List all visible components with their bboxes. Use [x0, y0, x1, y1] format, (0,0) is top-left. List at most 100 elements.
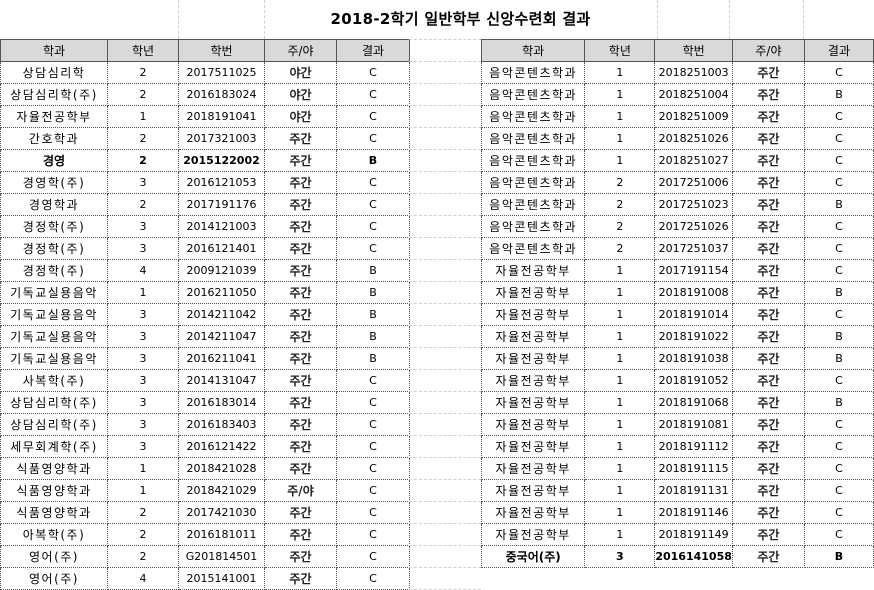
department-cell[interactable]: 자율전공학부	[480, 435, 586, 458]
student-id-cell[interactable]: 2016121422	[178, 435, 265, 458]
result-cell[interactable]: C	[803, 171, 874, 194]
result-cell[interactable]: B	[803, 347, 874, 370]
student-id-cell[interactable]: 2018191115	[654, 457, 733, 480]
result-cell[interactable]: B	[336, 259, 410, 282]
day-night-cell[interactable]: 주간	[264, 127, 337, 150]
student-id-cell[interactable]: 2017191154	[654, 259, 733, 282]
year-cell[interactable]: 3	[107, 347, 179, 370]
year-cell[interactable]: 3	[107, 369, 179, 392]
year-cell[interactable]: 3	[107, 303, 179, 326]
day-night-cell[interactable]: 주간	[264, 259, 337, 282]
department-cell[interactable]: 경영학(주)	[0, 171, 108, 194]
student-id-cell[interactable]: 2018421029	[178, 479, 265, 502]
department-cell[interactable]: 자율전공학부	[480, 501, 586, 524]
day-night-cell[interactable]: 주간	[731, 61, 805, 84]
student-id-cell[interactable]: 2018251003	[654, 61, 733, 84]
year-cell[interactable]: 1	[107, 105, 179, 128]
day-night-cell[interactable]: 주간	[731, 215, 805, 238]
department-cell[interactable]: 음악콘텐츠학과	[480, 215, 586, 238]
day-night-cell[interactable]: 주/야	[264, 479, 337, 502]
year-cell[interactable]: 2	[107, 127, 179, 150]
student-id-cell[interactable]: 2014131047	[178, 369, 265, 392]
year-cell[interactable]: 1	[584, 259, 656, 282]
year-cell[interactable]: 3	[107, 391, 179, 414]
year-cell[interactable]: 3	[584, 545, 656, 568]
year-cell[interactable]: 1	[584, 435, 656, 458]
department-cell[interactable]: 음악콘텐츠학과	[480, 171, 586, 194]
result-cell[interactable]: C	[336, 369, 410, 392]
day-night-cell[interactable]: 주간	[731, 479, 805, 502]
result-cell[interactable]: B	[803, 325, 874, 348]
department-cell[interactable]: 음악콘텐츠학과	[480, 193, 586, 216]
department-cell[interactable]: 기독교실용음악	[0, 281, 108, 304]
result-cell[interactable]: C	[803, 149, 874, 172]
day-night-cell[interactable]: 주간	[731, 193, 805, 216]
day-night-cell[interactable]: 주간	[264, 325, 337, 348]
student-id-cell[interactable]: 2017191176	[178, 193, 265, 216]
day-night-cell[interactable]: 주간	[731, 237, 805, 260]
department-cell[interactable]: 자율전공학부	[480, 369, 586, 392]
header-student-id[interactable]: 학번	[654, 39, 733, 62]
student-id-cell[interactable]: 2018191008	[654, 281, 733, 304]
result-cell[interactable]: C	[803, 61, 874, 84]
student-id-cell[interactable]: 2016183403	[178, 413, 265, 436]
student-id-cell[interactable]: 2014211047	[178, 325, 265, 348]
year-cell[interactable]: 2	[584, 215, 656, 238]
department-cell[interactable]: 자율전공학부	[480, 303, 586, 326]
department-cell[interactable]: 자율전공학부	[480, 413, 586, 436]
student-id-cell[interactable]: 2018251009	[654, 105, 733, 128]
year-cell[interactable]: 1	[584, 413, 656, 436]
department-cell[interactable]: 간호학과	[0, 127, 108, 150]
day-night-cell[interactable]: 주간	[264, 391, 337, 414]
result-cell[interactable]: B	[336, 149, 410, 172]
student-id-cell[interactable]: 2018421028	[178, 457, 265, 480]
department-cell[interactable]: 경정학(주)	[0, 237, 108, 260]
day-night-cell[interactable]: 주간	[731, 457, 805, 480]
student-id-cell[interactable]: 2016211041	[178, 347, 265, 370]
year-cell[interactable]: 1	[584, 347, 656, 370]
year-cell[interactable]: 1	[584, 61, 656, 84]
header-department[interactable]: 학과	[480, 39, 586, 62]
result-cell[interactable]: C	[803, 259, 874, 282]
year-cell[interactable]: 1	[584, 83, 656, 106]
student-id-cell[interactable]: 2016121053	[178, 171, 265, 194]
student-id-cell[interactable]: 2018191052	[654, 369, 733, 392]
day-night-cell[interactable]: 주간	[731, 259, 805, 282]
day-night-cell[interactable]: 주간	[731, 171, 805, 194]
department-cell[interactable]: 중국어(주)	[480, 545, 586, 568]
student-id-cell[interactable]: 2017421030	[178, 501, 265, 524]
department-cell[interactable]: 상담심리학(주)	[0, 413, 108, 436]
department-cell[interactable]: 자율전공학부	[480, 523, 586, 546]
day-night-cell[interactable]: 주간	[264, 523, 337, 546]
day-night-cell[interactable]: 주간	[264, 369, 337, 392]
result-cell[interactable]: B	[803, 83, 874, 106]
department-cell[interactable]: 식품영양학과	[0, 479, 108, 502]
student-id-cell[interactable]: 2009121039	[178, 259, 265, 282]
department-cell[interactable]: 음악콘텐츠학과	[480, 83, 586, 106]
day-night-cell[interactable]: 주간	[731, 347, 805, 370]
department-cell[interactable]: 자율전공학부	[480, 325, 586, 348]
department-cell[interactable]: 세무회계학(주)	[0, 435, 108, 458]
department-cell[interactable]: 아복학(주)	[0, 523, 108, 546]
result-cell[interactable]: C	[336, 193, 410, 216]
day-night-cell[interactable]: 주간	[264, 237, 337, 260]
header-result[interactable]: 결과	[336, 39, 410, 62]
result-cell[interactable]: B	[336, 303, 410, 326]
department-cell[interactable]: 사복학(주)	[0, 369, 108, 392]
student-id-cell[interactable]: G201814501	[178, 545, 265, 568]
year-cell[interactable]: 1	[584, 105, 656, 128]
student-id-cell[interactable]: 2016183024	[178, 83, 265, 106]
day-night-cell[interactable]: 주간	[264, 281, 337, 304]
result-cell[interactable]: C	[803, 501, 874, 524]
day-night-cell[interactable]: 주간	[731, 413, 805, 436]
department-cell[interactable]: 경정학(주)	[0, 259, 108, 282]
year-cell[interactable]: 2	[107, 545, 179, 568]
result-cell[interactable]: C	[336, 83, 410, 106]
day-night-cell[interactable]: 주간	[264, 149, 337, 172]
student-id-cell[interactable]: 2014211042	[178, 303, 265, 326]
header-year[interactable]: 학년	[107, 39, 179, 62]
result-cell[interactable]: C	[803, 413, 874, 436]
year-cell[interactable]: 2	[107, 523, 179, 546]
department-cell[interactable]: 영어(주)	[0, 567, 108, 590]
day-night-cell[interactable]: 주간	[731, 545, 805, 568]
